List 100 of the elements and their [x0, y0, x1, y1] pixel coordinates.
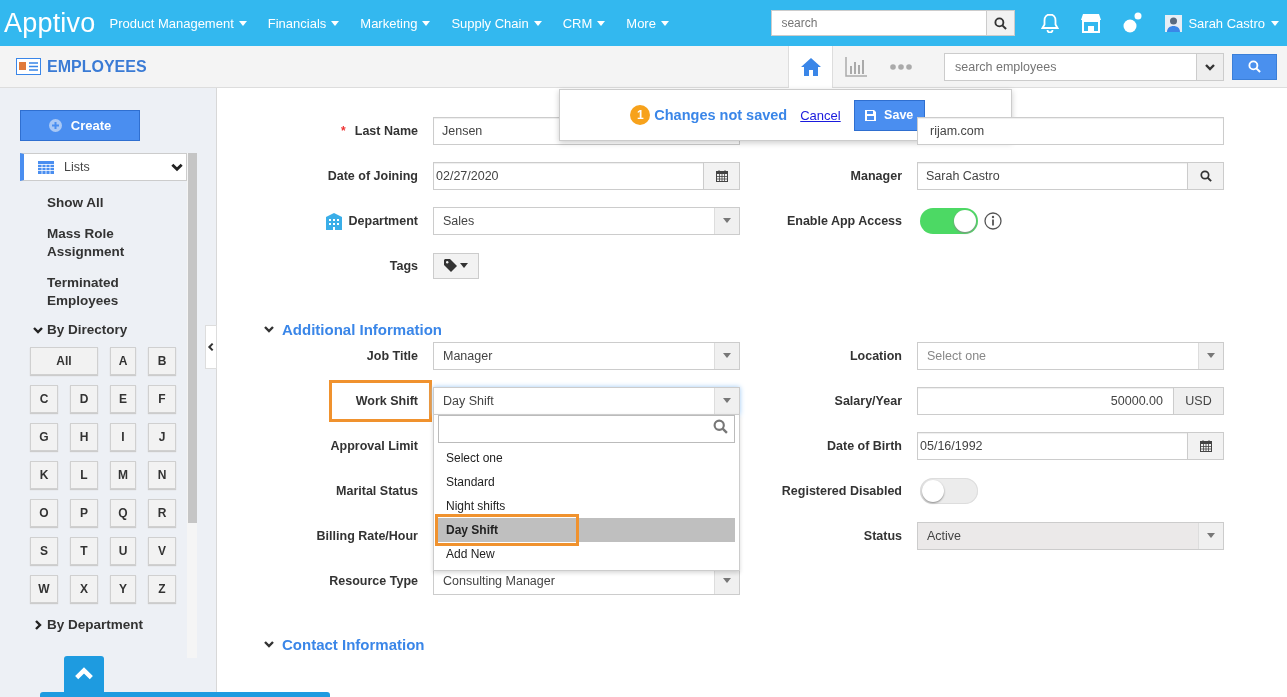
date-field[interactable]: 05/16/1992: [917, 431, 1188, 460]
collapse-button[interactable]: [205, 325, 217, 369]
caret-icon: [238, 20, 247, 26]
bell-icon[interactable]: [1041, 13, 1060, 33]
caret-icon: [723, 218, 731, 223]
info-icon[interactable]: [984, 211, 1002, 230]
sidebar-item[interactable]: Show All: [47, 194, 147, 212]
section-heading[interactable]: Additional Information: [282, 320, 442, 338]
dropdown-option[interactable]: Night shifts: [438, 493, 735, 518]
dropdown-option[interactable]: Select one: [438, 445, 735, 470]
letter-button[interactable]: C: [30, 385, 58, 413]
field-label: Tags: [389, 258, 418, 273]
tag-icon: [444, 259, 457, 272]
toggle-switch[interactable]: [920, 207, 978, 234]
field-label: Job Title: [366, 348, 418, 363]
floppy-icon: [865, 109, 877, 121]
caret-icon: [1207, 533, 1215, 538]
search-icon: [994, 16, 1008, 30]
caret-icon: [723, 398, 731, 403]
field-label: Location: [849, 348, 902, 363]
letter-button[interactable]: O: [30, 499, 58, 527]
search-icon: [713, 419, 728, 434]
calendar-button[interactable]: [1188, 431, 1224, 460]
caret-icon: [460, 263, 468, 268]
field-label: Billing Rate/Hour: [316, 528, 418, 543]
calendar-icon: [1199, 439, 1212, 452]
search-field[interactable]: search employees: [944, 52, 1224, 81]
tags-button[interactable]: [433, 252, 479, 279]
plus-icon: [48, 119, 62, 132]
status-message: Changes not saved: [654, 107, 788, 123]
letter-button[interactable]: G: [30, 423, 58, 451]
search-icon: [1248, 60, 1261, 73]
caret-icon: [331, 20, 340, 26]
bar-chart-icon: [844, 57, 867, 77]
scrollbar[interactable]: [187, 153, 197, 658]
section-heading[interactable]: Contact Information: [282, 635, 425, 653]
select-field[interactable]: Select one: [917, 341, 1224, 370]
select-field[interactable]: Sales: [433, 206, 740, 235]
letter-button[interactable]: U: [110, 537, 136, 565]
calendar-icon: [715, 169, 728, 182]
search-button[interactable]: [1188, 161, 1224, 190]
letter-button[interactable]: P: [70, 499, 98, 527]
scroll-up-button[interactable]: [64, 656, 104, 692]
store-icon[interactable]: [1081, 13, 1102, 33]
caret-icon: [1207, 353, 1215, 358]
caret-icon: [422, 20, 431, 26]
field-label: Approval Limit: [330, 438, 418, 453]
dropdown-search-field[interactable]: [438, 414, 735, 443]
more-icon: [889, 64, 912, 70]
letter-button[interactable]: A: [110, 347, 136, 375]
letter-button[interactable]: R: [148, 499, 176, 527]
calendar-button[interactable]: [704, 161, 740, 190]
letter-button[interactable]: Y: [110, 575, 136, 603]
search-button[interactable]: [986, 10, 1016, 36]
search-field[interactable]: search: [771, 10, 987, 36]
letter-button[interactable]: D: [70, 385, 98, 413]
letter-button[interactable]: Q: [110, 499, 136, 527]
letter-button[interactable]: W: [30, 575, 58, 603]
dropdown-option[interactable]: Add New: [438, 541, 735, 566]
letter-button[interactable]: I: [110, 423, 136, 451]
amount-field[interactable]: 50000.00: [917, 386, 1174, 415]
toolbar-tab[interactable]: [788, 46, 833, 88]
letter-button[interactable]: T: [70, 537, 98, 565]
letter-button[interactable]: B: [148, 347, 176, 375]
letter-button[interactable]: J: [148, 423, 176, 451]
avatar-icon[interactable]: [1165, 14, 1183, 32]
chevron-icon: [32, 618, 44, 631]
date-field[interactable]: 02/27/2020: [433, 161, 704, 190]
text-field[interactable]: Sarah Castro: [917, 161, 1188, 190]
dropdown-option[interactable]: Standard: [438, 469, 735, 494]
cancel-link[interactable]: Cancel: [800, 107, 841, 123]
select-field[interactable]: Manager: [433, 341, 740, 370]
text-field[interactable]: rijam.com: [917, 116, 1224, 145]
field-label: * Last Name: [341, 123, 418, 138]
letter-button[interactable]: F: [148, 385, 176, 413]
group-heading[interactable]: By Directory: [32, 322, 187, 337]
sidebar-item[interactable]: Mass Role Assignment: [47, 225, 147, 261]
field-label: Date of Birth: [827, 438, 902, 453]
letter-button[interactable]: All: [30, 347, 98, 375]
letter-button[interactable]: S: [30, 537, 58, 565]
toggle-switch[interactable]: [920, 477, 978, 504]
letter-button[interactable]: K: [30, 461, 58, 489]
letter-button[interactable]: L: [70, 461, 98, 489]
field-label: Department: [324, 211, 418, 230]
letter-button[interactable]: V: [148, 537, 176, 565]
select-field[interactable]: Day Shift: [433, 386, 740, 415]
letter-button[interactable]: H: [70, 423, 98, 451]
letter-button[interactable]: E: [110, 385, 136, 413]
letter-button[interactable]: Z: [148, 575, 176, 603]
lists-item[interactable]: Lists: [20, 153, 187, 181]
letter-button[interactable]: M: [110, 461, 136, 489]
chevron-icon: [263, 323, 275, 335]
field-label: Enable App Access: [786, 213, 902, 228]
letter-button[interactable]: N: [148, 461, 176, 489]
sidebar-item[interactable]: Terminated Employees: [47, 274, 147, 310]
grid-icon: [38, 160, 54, 174]
bubbles-icon[interactable]: [1123, 12, 1144, 34]
field-label: Marital Status: [336, 483, 418, 498]
group-heading[interactable]: By Department: [32, 617, 187, 632]
letter-button[interactable]: X: [70, 575, 98, 603]
